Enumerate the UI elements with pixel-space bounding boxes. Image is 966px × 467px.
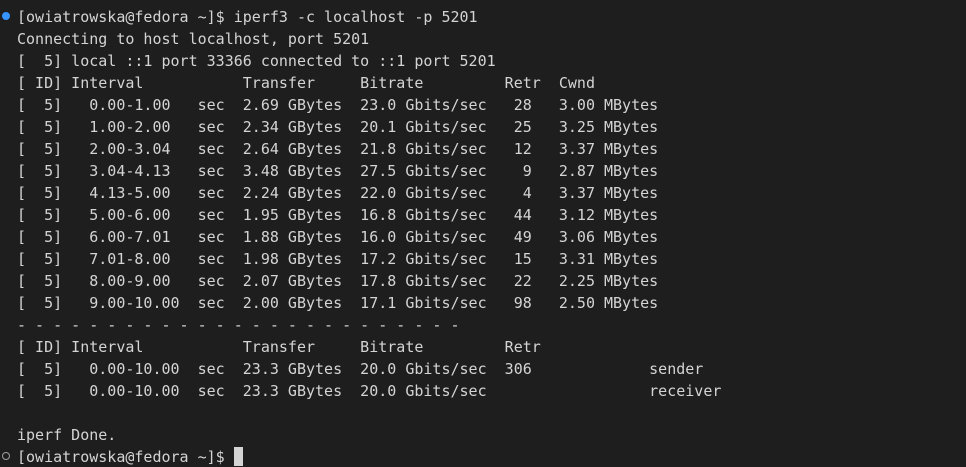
interval-row: [ 5] 4.13-5.00 sec 2.24 GBytes 22.0 Gbit… (17, 184, 659, 202)
interval-row: [ 5] 6.00-7.01 sec 1.88 GBytes 16.0 Gbit… (17, 228, 659, 246)
interval-row: [ 5] 5.00-6.00 sec 1.95 GBytes 16.8 Gbit… (17, 206, 659, 224)
connecting-line: Connecting to host localhost, port 5201 (17, 30, 370, 48)
interval-row: [ 5] 0.00-1.00 sec 2.69 GBytes 23.0 Gbit… (17, 96, 659, 114)
interval-row: [ 5] 3.04-4.13 sec 3.48 GBytes 27.5 Gbit… (17, 162, 659, 180)
shell-prompt: [owiatrowska@fedora ~]$ (17, 448, 225, 466)
connection-info-line: [ 5] local ::1 port 33366 connected to :… (17, 52, 496, 70)
receiver-summary-line: [ 5] 0.00-10.00 sec 23.3 GBytes 20.0 Gbi… (17, 382, 722, 400)
cursor-icon (233, 447, 243, 466)
terminal-lines: [owiatrowska@fedora ~]$ iperf3 -c localh… (17, 6, 721, 467)
interval-header-line: [ ID] Interval Transfer Bitrate Retr Cwn… (17, 74, 595, 92)
interval-row: [ 5] 8.00-9.00 sec 2.07 GBytes 17.8 Gbit… (17, 272, 659, 290)
interval-row: [ 5] 2.00-3.04 sec 2.64 GBytes 21.8 Gbit… (17, 140, 659, 158)
sender-summary-line: [ 5] 0.00-10.00 sec 23.3 GBytes 20.0 Gbi… (17, 360, 704, 378)
command-success-icon[interactable] (2, 12, 10, 20)
command-line: [owiatrowska@fedora ~]$ iperf3 -c localh… (17, 8, 478, 26)
command-pending-icon[interactable] (2, 452, 10, 460)
interval-row: [ 5] 7.01-8.00 sec 1.98 GBytes 17.2 Gbit… (17, 250, 659, 268)
done-line: iperf Done. (17, 426, 117, 444)
prompt-line[interactable]: [owiatrowska@fedora ~]$ (17, 446, 721, 467)
terminal-output[interactable]: [owiatrowska@fedora ~]$ iperf3 -c localh… (0, 0, 966, 467)
separator-line: - - - - - - - - - - - - - - - - - - - - … (17, 316, 460, 334)
summary-header-line: [ ID] Interval Transfer Bitrate Retr (17, 338, 541, 356)
interval-row: [ 5] 9.00-10.00 sec 2.00 GBytes 17.1 Gbi… (17, 294, 659, 312)
interval-row: [ 5] 1.00-2.00 sec 2.34 GBytes 20.1 Gbit… (17, 118, 659, 136)
